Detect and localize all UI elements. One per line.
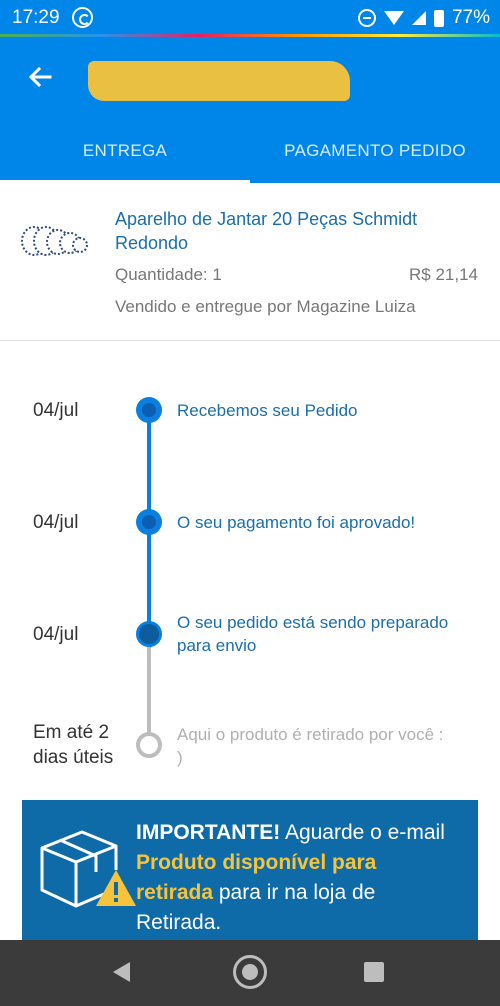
package-warning-icon	[40, 830, 136, 908]
important-text-1: Aguarde o e-mail	[280, 821, 445, 844]
timeline-text: Recebemos seu Pedido	[177, 401, 358, 420]
timeline-date: 04/jul	[33, 400, 79, 421]
back-arrow-icon[interactable]	[24, 61, 56, 93]
timeline-pending-line	[147, 634, 151, 744]
important-label: IMPORTANTE!	[136, 821, 281, 844]
timeline-dot-pending	[136, 732, 162, 758]
important-message: IMPORTANTE! Aguarde o e-mail Produto dis…	[136, 818, 456, 938]
status-time: 17:29	[12, 7, 60, 28]
status-icons: 77%	[357, 7, 490, 29]
timeline-dot-done	[136, 509, 162, 535]
tab-entrega[interactable]: ENTREGA	[0, 129, 250, 183]
timeline-dot-done	[136, 397, 162, 423]
cell-signal-icon	[411, 11, 426, 25]
product-thumbnail[interactable]	[20, 221, 90, 261]
timeline-text: O seu pagamento foi aprovado!	[177, 513, 416, 532]
system-nav-bar	[0, 940, 500, 1006]
redacted-title	[88, 61, 350, 101]
product-seller: Vendido e entregue por Magazine Luiza	[115, 297, 416, 316]
battery-percent: 77%	[451, 7, 490, 28]
app-bar: ENTREGA PAGAMENTO PEDIDO	[0, 37, 500, 183]
important-notice: IMPORTANTE! Aguarde o e-mail Produto dis…	[22, 800, 478, 940]
wifi-icon	[383, 11, 404, 25]
timeline-date: 04/jul	[33, 624, 79, 645]
do-not-disturb-icon	[357, 9, 376, 27]
nav-home-icon[interactable]	[233, 955, 267, 989]
timeline-text: Aqui o produto é retirado por você : )	[177, 725, 444, 767]
status-bar: 17:29 77%	[0, 0, 500, 36]
nav-back-icon[interactable]	[113, 962, 130, 982]
timeline-date: 04/jul	[33, 512, 79, 533]
product-name[interactable]: Aparelho de Jantar 20 Peças Schmidt Redo…	[115, 207, 475, 255]
nav-recents-icon[interactable]	[364, 962, 384, 982]
timeline-dot-current	[136, 621, 162, 647]
tab-bar: ENTREGA PAGAMENTO PEDIDO	[0, 129, 500, 183]
product-card: Aparelho de Jantar 20 Peças Schmidt Redo…	[0, 183, 500, 341]
product-quantity: Quantidade: 1	[115, 265, 222, 284]
tab-pagamento-pedido[interactable]: PAGAMENTO PEDIDO	[250, 129, 500, 183]
whatsapp-notification-icon	[72, 7, 93, 28]
timeline-date: Em até 2 dias úteis	[33, 722, 114, 768]
timeline-text: O seu pedido está sendo preparado para e…	[177, 613, 449, 655]
product-price: R$ 21,14	[409, 265, 478, 284]
battery-icon	[433, 9, 444, 27]
